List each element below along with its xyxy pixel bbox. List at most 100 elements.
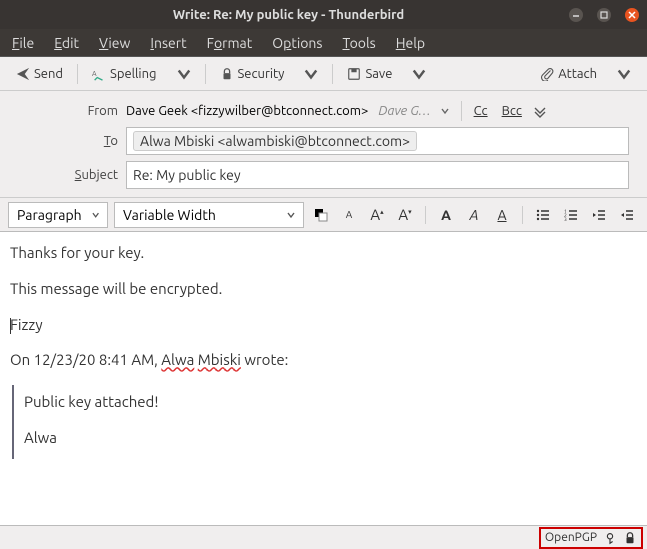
a-caret-icon: A▾ [398,206,411,223]
paragraph-style-select[interactable]: Paragraph [8,202,108,228]
font-family-select[interactable]: Variable Width [114,202,304,228]
font-size-decrease-button[interactable]: A [338,204,360,226]
subject-input[interactable]: Re: My public key [126,161,629,189]
to-input[interactable]: Alwa Mbiski <alwambiski@btconnect.com> [126,127,629,155]
format-toolbar: Paragraph Variable Width A A▴ A▾ A A A 1… [0,198,647,232]
lock-icon [623,531,637,545]
separator [205,64,206,84]
bold-button[interactable]: A [435,204,457,226]
signature-icon [603,531,617,545]
send-icon [16,67,30,81]
spelling-dropdown[interactable] [169,63,197,85]
from-value: Dave Geek <fizzywilber@btconnect.com> [126,104,368,118]
chevron-down-icon [304,67,318,81]
attach-dropdown[interactable] [609,63,637,85]
send-button[interactable]: Send [10,63,69,85]
bullet-list-icon [535,207,551,223]
attach-label: Attach [558,67,597,81]
indent-button[interactable] [616,204,638,226]
recipient-pill[interactable]: Alwa Mbiski <alwambiski@btconnect.com> [133,131,417,151]
chevron-down-icon [287,211,295,219]
font-size-reset-button[interactable]: A▾ [394,204,416,226]
subject-row: Subject Re: My public key [8,161,639,189]
chevron-down-icon [412,67,426,81]
numbered-list-icon: 123 [563,207,579,223]
from-identity: Dave G… [378,104,430,118]
security-dropdown[interactable] [296,63,324,85]
subject-value: Re: My public key [133,167,241,183]
chevron-down-icon [617,67,631,81]
spellcheck-icon: A [92,67,106,81]
openpgp-label: OpenPGP [545,531,597,544]
svg-text:3: 3 [564,216,567,222]
save-dropdown[interactable] [404,63,432,85]
body-line: This message will be encrypted. [10,278,637,300]
bullet-list-button[interactable] [532,204,554,226]
add-cc-button[interactable]: Cc [470,102,492,120]
save-button[interactable]: Save [341,63,398,85]
menu-options[interactable]: Options [272,35,322,51]
menu-format[interactable]: Format [207,35,253,51]
separator [425,206,426,224]
title-bar: Write: Re: My public key - Thunderbird [0,0,647,29]
menu-view[interactable]: View [99,35,130,51]
paperclip-icon [540,67,554,81]
body-line: Thanks for your key. [10,242,637,264]
subject-label: Subject [8,168,118,182]
numbered-list-button[interactable]: 123 [560,204,582,226]
expand-headers-icon[interactable] [532,103,548,119]
italic-button[interactable]: A [463,204,485,226]
maximize-button[interactable] [597,8,611,22]
outdent-button[interactable] [588,204,610,226]
message-headers: From Dave Geek <fizzywilber@btconnect.co… [0,90,647,198]
lock-icon [220,67,234,81]
main-toolbar: Send A Spelling Security Save Attach [0,56,647,90]
add-bcc-button[interactable]: Bcc [498,102,526,120]
close-button[interactable] [625,8,639,22]
separator [461,101,462,121]
from-row: From Dave Geek <fizzywilber@btconnect.co… [8,101,639,121]
menu-edit[interactable]: Edit [54,35,79,51]
quoted-line: Public key attached! [24,391,637,413]
separator [332,64,333,84]
window-controls [569,8,639,22]
message-body-editor[interactable]: Thanks for your key. This message will b… [0,232,647,525]
to-row: To Alwa Mbiski <alwambiski@btconnect.com… [8,127,639,155]
spelling-button[interactable]: A Spelling [86,63,162,85]
quoted-line: Alwa [24,427,637,449]
minimize-button[interactable] [569,8,583,22]
text-color-icon [313,207,329,223]
from-label: From [8,104,118,118]
window-title: Write: Re: My public key - Thunderbird [8,8,569,22]
chevron-down-icon [177,67,191,81]
svg-text:A: A [92,69,97,77]
to-label: To [8,134,118,148]
font-size-increase-button[interactable]: A▴ [366,204,388,226]
menu-insert[interactable]: Insert [150,35,186,51]
paragraph-style-value: Paragraph [17,207,82,223]
chevron-down-icon [92,211,99,219]
separator [522,206,523,224]
chevron-down-icon [441,107,449,115]
quote-intro: On 12/23/20 8:41 AM, Alwa Mbiski wrote: [10,349,637,371]
attach-button[interactable]: Attach [534,63,603,85]
spelling-label: Spelling [110,67,156,81]
security-button[interactable]: Security [214,63,291,85]
large-a-icon: A▴ [370,206,383,223]
save-label: Save [365,67,392,81]
save-icon [347,67,361,81]
underline-button[interactable]: A [491,204,513,226]
menu-file[interactable]: File [12,35,34,51]
menu-tools[interactable]: Tools [342,35,375,51]
from-identity-dropdown[interactable]: Dave G… [374,104,452,118]
outdent-icon [591,207,607,223]
quoted-block: Public key attached! Alwa [12,385,637,459]
menu-bar: File Edit View Insert Format Options Too… [0,29,647,56]
font-family-value: Variable Width [123,207,216,223]
encryption-status[interactable]: OpenPGP [539,527,643,549]
send-label: Send [34,67,63,81]
status-bar: OpenPGP [0,525,647,549]
small-a-icon: A [346,209,353,220]
text-color-button[interactable] [310,204,332,226]
menu-help[interactable]: Help [396,35,425,51]
